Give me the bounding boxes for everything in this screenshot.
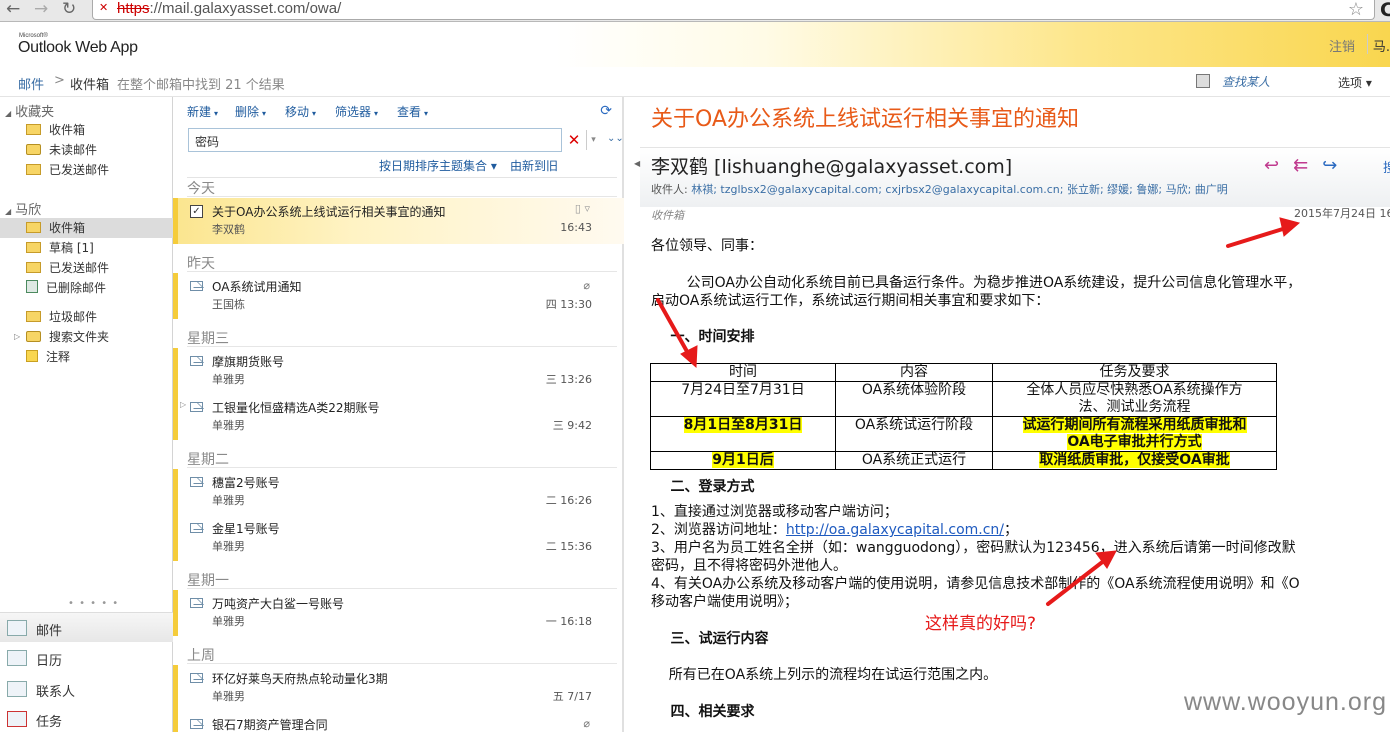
arrow-to-date [1226,226,1288,248]
arrow-head-date [1279,217,1301,237]
page: ← → ↻ ✕ https://mail.galaxyasset.com/owa… [0,0,1390,732]
annotation-arrows [656,217,1301,606]
arrow-to-password [1046,558,1107,606]
arrow-to-table [656,298,691,357]
arrow-head-table [680,345,698,369]
